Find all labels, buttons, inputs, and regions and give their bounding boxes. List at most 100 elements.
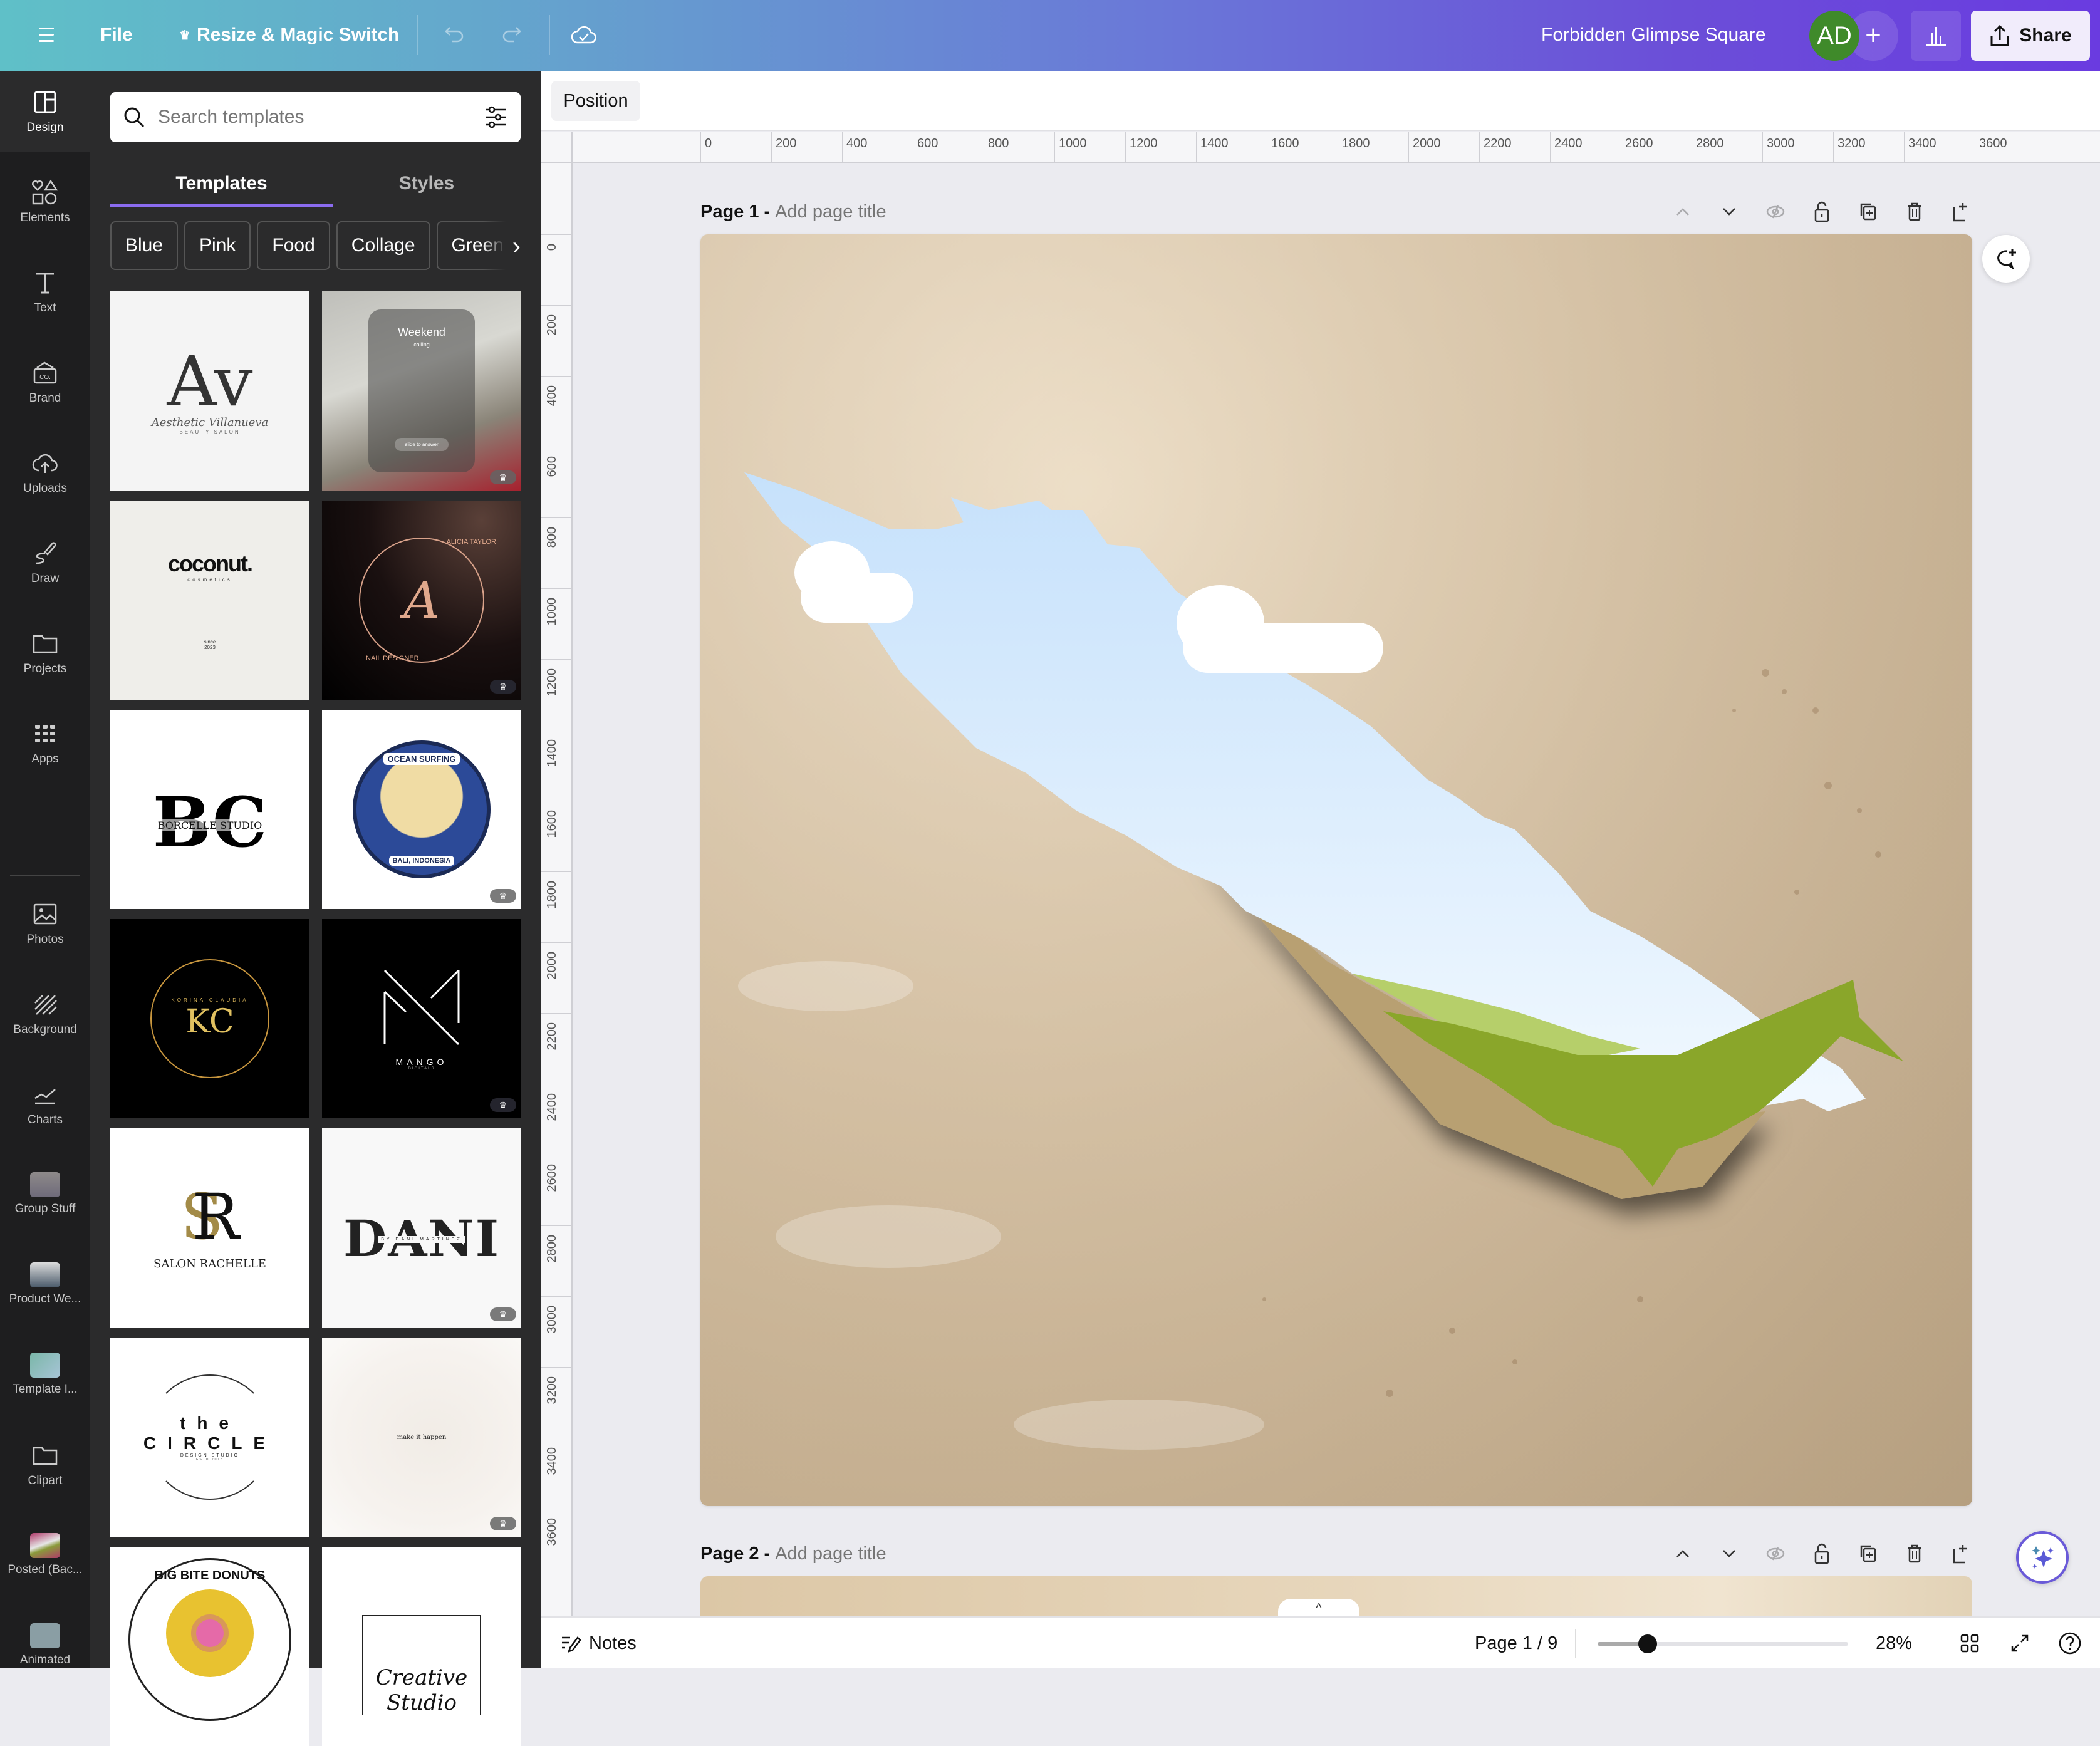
template-card[interactable]: coconut. cosmetics since 2023 xyxy=(110,501,309,700)
ruler-tick: 1400 xyxy=(541,730,571,801)
page-indicator[interactable]: Page 1 / 9 xyxy=(1475,1618,1557,1669)
zoom-percentage[interactable]: 28% xyxy=(1876,1618,1912,1669)
rail-item-posted[interactable]: Posted (Bac... xyxy=(0,1514,90,1596)
template-card[interactable]: OCEAN SURFING BALI, INDONESIA ♛ xyxy=(322,710,521,909)
ruler-tick: 2400 xyxy=(541,1084,571,1155)
template-card[interactable]: SR SALON RACHELLE xyxy=(110,1128,309,1328)
zoom-slider[interactable] xyxy=(1598,1634,1848,1653)
template-card[interactable]: make it happen ♛ xyxy=(322,1338,521,1537)
tab-styles[interactable]: Styles xyxy=(333,158,521,209)
chips-scroll-right-button[interactable]: › xyxy=(483,221,521,271)
rail-item-elements[interactable]: Elements xyxy=(0,161,90,242)
search-templates-field[interactable] xyxy=(110,92,521,142)
app-thumbnail xyxy=(30,1262,60,1287)
search-input[interactable] xyxy=(158,107,470,128)
lock-icon[interactable] xyxy=(1811,200,1833,223)
move-up-icon[interactable] xyxy=(1671,200,1694,223)
hide-icon[interactable] xyxy=(1764,1542,1787,1565)
rail-item-design[interactable]: Design xyxy=(0,71,90,152)
design-title[interactable]: Forbidden Glimpse Square xyxy=(1541,16,1766,54)
design-canvas-page-1[interactable] xyxy=(700,234,1972,1506)
rail-item-projects[interactable]: Projects xyxy=(0,612,90,694)
resize-magic-switch-button[interactable]: ♛ Resize & Magic Switch xyxy=(169,16,409,54)
ruler-tick-label: 2000 xyxy=(545,952,559,980)
rail-item-brand[interactable]: CO. Brand xyxy=(0,341,90,423)
horizontal-ruler[interactable]: 0 200 400 600 800 1000 1200 1400 1600 1800 2000 220… xyxy=(573,132,2100,163)
crown-icon: ♛ xyxy=(490,889,516,903)
mango-logo xyxy=(383,969,460,1046)
page-actions xyxy=(1671,193,1972,231)
active-tab-indicator xyxy=(110,204,333,207)
fullscreen-button[interactable] xyxy=(2007,1631,2032,1656)
rail-item-product-we[interactable]: Product We... xyxy=(0,1244,90,1325)
rail-item-group-stuff[interactable]: Group Stuff xyxy=(0,1153,90,1235)
ruler-tick-label: 600 xyxy=(545,456,559,477)
template-card[interactable]: KORINA CLAUDIA KC xyxy=(110,919,309,1118)
vertical-ruler[interactable]: 0 200 400 600 800 1000 1200 1400 1600 1800 2000 220… xyxy=(541,163,573,1616)
templates-panel: Templates Styles Blue Pink Food Collage … xyxy=(90,71,541,1746)
position-button[interactable]: Position xyxy=(551,81,640,121)
undo-button[interactable] xyxy=(436,16,474,54)
rail-item-text[interactable]: Text xyxy=(0,251,90,333)
template-card[interactable]: the CIRCLE DESIGN STUDIO ESTD 2015 xyxy=(110,1338,309,1537)
rail-item-photos[interactable]: Photos xyxy=(0,883,90,964)
filter-sliders-icon[interactable] xyxy=(483,105,508,130)
rail-item-clipart[interactable]: Clipart xyxy=(0,1424,90,1505)
ruler-tick-label: 3200 xyxy=(545,1376,559,1405)
tab-templates[interactable]: Templates xyxy=(110,158,333,209)
template-card[interactable]: BIG BITE DONUTS xyxy=(110,1547,309,1746)
template-card[interactable]: Av Aesthetic Villanueva BEAUTY SALON xyxy=(110,291,309,491)
avatar[interactable]: AD xyxy=(1809,11,1859,61)
ruler-tick: 1000 xyxy=(1054,132,1087,163)
share-button[interactable]: Share xyxy=(1971,11,2090,61)
panel-tabs: Templates Styles xyxy=(110,158,521,209)
move-up-icon[interactable] xyxy=(1671,1542,1694,1565)
chip-collage[interactable]: Collage xyxy=(336,221,430,270)
rail-item-draw[interactable]: Draw xyxy=(0,522,90,603)
grid-view-button[interactable] xyxy=(1957,1631,1982,1656)
chip-blue[interactable]: Blue xyxy=(110,221,179,270)
file-menu-button[interactable]: File xyxy=(88,16,145,54)
rail-item-template-i[interactable]: Template I... xyxy=(0,1334,90,1415)
template-card[interactable]: A ALICIA TAYLOR NAIL DESIGNER ♛ xyxy=(322,501,521,700)
show-pages-toggle[interactable]: ^ xyxy=(1278,1599,1359,1618)
template-card[interactable]: Creative Studio xyxy=(322,1547,521,1746)
rail-item-animated[interactable]: Animated xyxy=(0,1604,90,1686)
page-title-input[interactable] xyxy=(775,1543,1026,1564)
add-page-icon[interactable] xyxy=(1950,1542,1972,1565)
duplicate-icon[interactable] xyxy=(1857,1542,1879,1565)
notes-button[interactable]: Notes xyxy=(560,1618,637,1669)
ruler-tick: 2800 xyxy=(1692,132,1724,163)
sparkles-icon xyxy=(2032,1546,2054,1569)
add-comment-button[interactable] xyxy=(1982,235,2030,283)
rail-item-background[interactable]: Background xyxy=(0,973,90,1054)
add-page-icon[interactable] xyxy=(1950,200,1972,223)
apps-grid-icon xyxy=(31,720,59,747)
magic-assistant-button[interactable] xyxy=(2016,1531,2069,1584)
duplicate-icon[interactable] xyxy=(1857,200,1879,223)
stripes-icon xyxy=(31,990,59,1018)
delete-icon[interactable] xyxy=(1903,1542,1926,1565)
template-card[interactable]: DANI BY DANI MARTINEZ ♛ xyxy=(322,1128,521,1328)
rail-item-apps[interactable]: Apps xyxy=(0,702,90,784)
move-down-icon[interactable] xyxy=(1718,200,1740,223)
ruler-tick-label: 2400 xyxy=(545,1093,559,1121)
rail-item-charts[interactable]: Charts xyxy=(0,1063,90,1145)
template-card[interactable]: Weekend calling slide to answer ♛ xyxy=(322,291,521,491)
move-down-icon[interactable] xyxy=(1718,1542,1740,1565)
save-status-button[interactable] xyxy=(565,16,603,54)
lock-icon[interactable] xyxy=(1811,1542,1833,1565)
redo-button[interactable] xyxy=(492,16,530,54)
analytics-button[interactable] xyxy=(1911,11,1961,61)
rail-item-uploads[interactable]: Uploads xyxy=(0,432,90,513)
chip-food[interactable]: Food xyxy=(257,221,330,270)
main-menu-button[interactable] xyxy=(28,16,65,54)
page-title-input[interactable] xyxy=(775,201,1026,222)
template-card[interactable]: BC BORCELLE STUDIO xyxy=(110,710,309,909)
template-card[interactable]: MANGO DIGITALS ♛ xyxy=(322,919,521,1118)
zoom-slider-knob[interactable] xyxy=(1638,1634,1657,1653)
delete-icon[interactable] xyxy=(1903,200,1926,223)
chip-pink[interactable]: Pink xyxy=(184,221,251,270)
hide-icon[interactable] xyxy=(1764,200,1787,223)
help-button[interactable] xyxy=(2057,1631,2082,1656)
